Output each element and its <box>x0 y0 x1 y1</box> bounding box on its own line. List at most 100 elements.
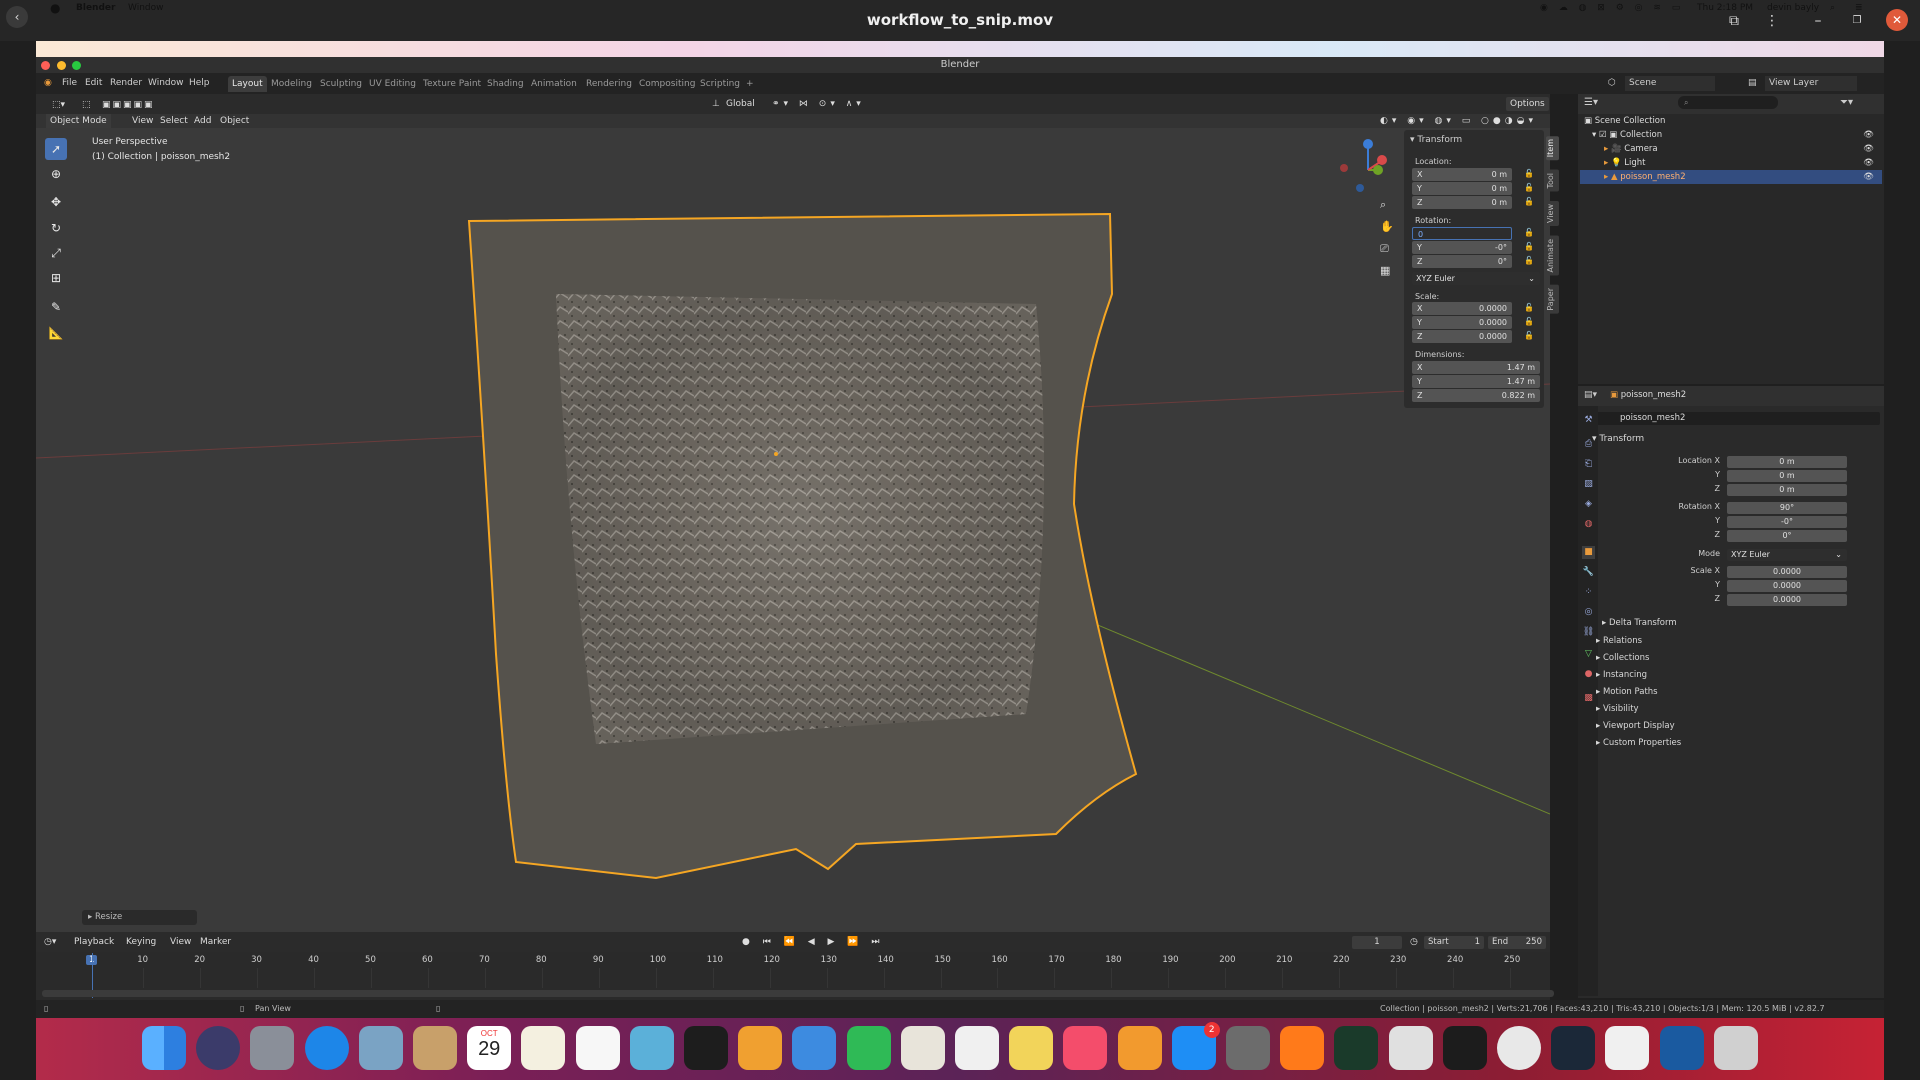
tab-compositing[interactable]: Compositing <box>635 76 699 92</box>
tool-tab-icon[interactable]: ⚒ <box>1582 414 1595 427</box>
npanel-scale-x[interactable]: X 0.0000 <box>1412 302 1512 315</box>
obs-icon[interactable] <box>1388 1026 1433 1070</box>
lock-location-z-icon[interactable]: 🔓 <box>1524 197 1534 206</box>
select-mode-icons[interactable]: ▣▣▣▣▣ <box>102 98 155 112</box>
menu-render[interactable]: Render <box>110 76 142 91</box>
npanel-transform-header[interactable]: ▾ Transform <box>1410 135 1462 145</box>
tab-layout[interactable]: Layout <box>228 76 267 92</box>
window-minimize-button[interactable] <box>57 61 66 70</box>
mac-menu-window[interactable]: Window <box>128 1 164 15</box>
maps-icon[interactable] <box>629 1026 674 1070</box>
instancing-section[interactable]: ▸ Instancing <box>1596 670 1647 680</box>
scale-tool-button[interactable]: ⤢ <box>45 242 67 264</box>
tab-rendering[interactable]: Rendering <box>582 76 636 92</box>
mac-clock[interactable]: Thu 2:18 PM <box>1697 1 1753 15</box>
photos-icon[interactable] <box>738 1026 783 1070</box>
npanel-dimension-z[interactable]: Z 0.822 m <box>1412 389 1540 402</box>
steam-icon[interactable] <box>1551 1026 1596 1070</box>
trash-icon[interactable] <box>1713 1026 1758 1070</box>
prop-rotation-y[interactable]: -0° <box>1727 516 1847 528</box>
prop-location-x[interactable]: 0 m <box>1727 456 1847 468</box>
end-frame-field[interactable]: End 250 <box>1488 936 1546 949</box>
system-preferences-icon[interactable] <box>1226 1026 1270 1070</box>
eye-icon[interactable]: 👁 <box>1863 156 1874 170</box>
apple-menu-icon[interactable]: ● <box>50 1 60 15</box>
notes-icon[interactable] <box>521 1026 566 1070</box>
particles-tab-icon[interactable]: ⁘ <box>1582 586 1595 599</box>
timeline-menu-playback[interactable]: Playback <box>74 935 114 949</box>
npanel-scale-y[interactable]: Y 0.0000 <box>1412 316 1512 329</box>
scene-tab-icon[interactable]: ◈ <box>1582 498 1595 511</box>
music-icon[interactable] <box>1063 1026 1108 1070</box>
tab-sculpting[interactable]: Sculpting <box>316 76 366 92</box>
npanel-location-z[interactable]: Z0 m <box>1412 196 1512 209</box>
snap-proportional-icons[interactable]: ⚭▾ ⋈ ⊙▾ ∧▾ <box>772 97 865 111</box>
annotate-tool-button[interactable]: ✎ <box>45 296 67 318</box>
npanel-rotation-z[interactable]: Z 0° <box>1412 255 1512 268</box>
app-store-icon[interactable]: 2 <box>1171 1022 1220 1070</box>
status-icons[interactable]: ◉ ☁ ◍ ⊠ ⚙ ◎ ≋ ▭ <box>1540 1 1684 15</box>
prop-scale-z[interactable]: 0.0000 <box>1727 594 1847 606</box>
app-icon[interactable] <box>684 1026 728 1070</box>
rotation-mode-select[interactable]: XYZ Euler ⌄ <box>1727 549 1847 561</box>
transform-tool-button[interactable]: ⊞ <box>45 267 67 289</box>
lock-scale-z-icon[interactable]: 🔓 <box>1524 331 1534 340</box>
chrome-icon[interactable] <box>1497 1026 1541 1070</box>
blender-logo-icon[interactable]: ◉ <box>44 76 52 91</box>
scene-icon[interactable]: ⬡ <box>1608 76 1616 91</box>
viewport-display-section[interactable]: ▸ Viewport Display <box>1596 721 1675 731</box>
add-workspace-button[interactable]: + <box>742 76 758 92</box>
prop-rotation-x[interactable]: 90° <box>1727 502 1847 514</box>
npanel-dimension-y[interactable]: Y 1.47 m <box>1412 375 1540 388</box>
select-box-icon[interactable]: ⬚ <box>82 98 91 112</box>
tab-animation[interactable]: Animation <box>527 76 581 92</box>
window-zoom-button[interactable] <box>72 61 81 70</box>
constraints-tab-icon[interactable]: ⛓ <box>1582 626 1595 639</box>
reminders-icon[interactable] <box>575 1026 620 1070</box>
relations-section[interactable]: ▸ Relations <box>1596 636 1642 646</box>
cursor-tool-button[interactable]: ⊕ <box>45 163 67 185</box>
lock-rotation-z-icon[interactable]: 🔓 <box>1524 256 1534 265</box>
physics-tab-icon[interactable]: ◎ <box>1582 606 1595 619</box>
gizmo-x-icon[interactable] <box>1377 155 1387 165</box>
eye-icon[interactable]: 👁 <box>1863 142 1874 156</box>
keynote-icon[interactable] <box>1009 1026 1054 1070</box>
delta-transform-section[interactable]: ▸ Delta Transform <box>1602 618 1677 628</box>
npanel-location-y[interactable]: Y0 m <box>1412 182 1512 195</box>
lock-scale-x-icon[interactable]: 🔓 <box>1524 303 1534 312</box>
visibility-section[interactable]: ▸ Visibility <box>1596 704 1639 714</box>
terminal-icon[interactable] <box>1442 1026 1487 1070</box>
gizmo-neg-x-icon[interactable] <box>1340 164 1348 172</box>
motion-paths-section[interactable]: ▸ Motion Paths <box>1596 687 1658 697</box>
camera-view-icon[interactable]: ⎚ <box>1380 242 1389 256</box>
modifier-tab-icon[interactable]: 🔧 <box>1582 566 1595 579</box>
select-tool-button[interactable]: ➚ <box>45 138 67 160</box>
lock-scale-y-icon[interactable]: 🔓 <box>1524 317 1534 326</box>
sidebar-tab-tool[interactable]: Tool <box>1546 170 1559 192</box>
mail-icon[interactable] <box>358 1026 403 1070</box>
tab-shading[interactable]: Shading <box>483 76 528 92</box>
tab-scripting[interactable]: Scripting <box>696 76 744 92</box>
3d-viewport[interactable] <box>36 94 1550 932</box>
transform-section-header[interactable]: ▾ Transform <box>1592 434 1644 444</box>
control-center-icon[interactable]: ≣ <box>1855 1 1863 15</box>
outliner-row-poisson-mesh2[interactable]: ▸ ▲ poisson_mesh2 👁 <box>1580 170 1882 184</box>
npanel-rotation-mode[interactable]: XYZ Euler ⌄ <box>1412 272 1540 285</box>
menu-help[interactable]: Help <box>189 76 210 91</box>
scene-selector[interactable]: Scene <box>1625 76 1715 91</box>
current-frame-field[interactable]: 1 <box>1352 936 1402 949</box>
output-tab-icon[interactable]: ⎗ <box>1582 458 1595 471</box>
zoom-icon[interactable]: ⌕ <box>1380 198 1386 212</box>
outliner-editor-icon[interactable]: ☰▾ <box>1584 97 1598 108</box>
sidebar-tab-view[interactable]: View <box>1546 201 1559 226</box>
outliner-row-camera[interactable]: ▸ 🎥 Camera 👁 <box>1580 142 1882 156</box>
collections-section[interactable]: ▸ Collections <box>1596 653 1649 663</box>
tab-modeling[interactable]: Modeling <box>267 76 316 92</box>
numbers-icon[interactable] <box>955 1026 999 1070</box>
object-name-field[interactable]: poisson_mesh2 <box>1596 412 1880 425</box>
viewport-menu-object[interactable]: Object <box>220 114 249 128</box>
rotate-tool-button[interactable]: ↻ <box>45 217 67 239</box>
prop-scale-y[interactable]: 0.0000 <box>1727 580 1847 592</box>
object-tab-icon[interactable]: ■ <box>1582 546 1595 559</box>
tab-uv-editing[interactable]: UV Editing <box>365 76 420 92</box>
